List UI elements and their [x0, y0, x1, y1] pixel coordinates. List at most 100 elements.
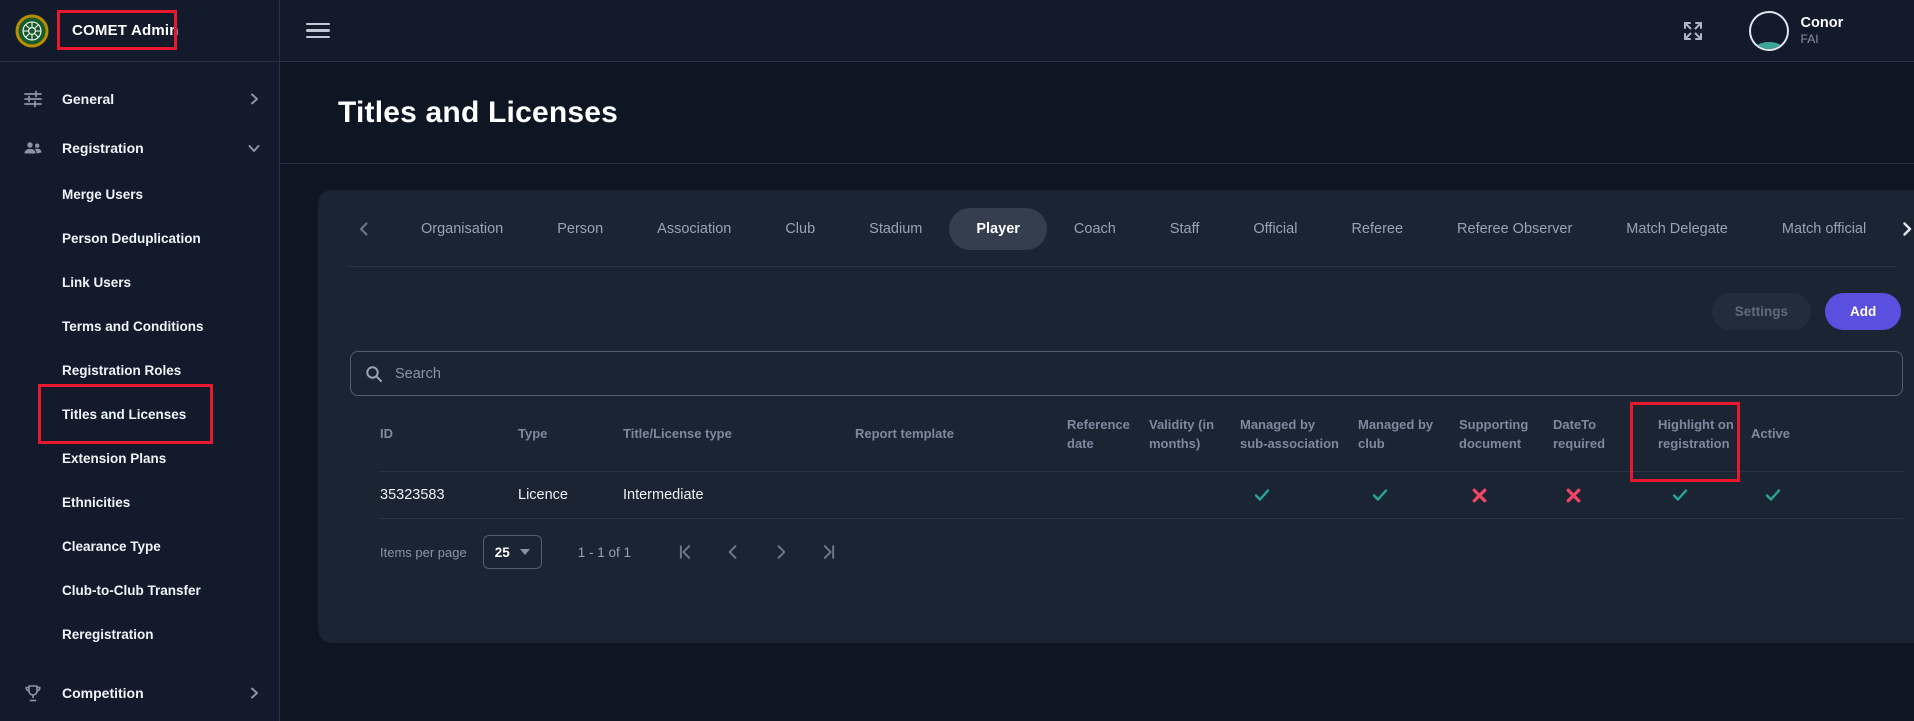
page-title: Titles and Licenses: [338, 96, 618, 130]
sidebar-item-club-to-club-transfer[interactable]: Club-to-Club Transfer: [0, 568, 279, 612]
column-header-title-license-type: Title/License type: [623, 425, 855, 444]
titles-licenses-table: ID Type Title/License type Report templa…: [380, 396, 1903, 519]
pagination: Items per page 25 1 - 1 of 1: [380, 535, 1903, 569]
sidebar-item-link-users[interactable]: Link Users: [0, 260, 279, 304]
sidebar-item-label: General: [62, 91, 114, 107]
sidebar-item-label: Clearance Type: [62, 539, 161, 554]
tab-association[interactable]: Association: [630, 208, 758, 250]
table-row[interactable]: 35323583 Licence Intermediate: [380, 471, 1903, 519]
cross-icon: [1565, 487, 1582, 504]
cross-icon: [1471, 487, 1488, 504]
sidebar-item-registration-roles[interactable]: Registration Roles: [0, 348, 279, 392]
tab-official[interactable]: Official: [1226, 208, 1324, 250]
people-icon: [22, 137, 44, 159]
sidebar-item-person-deduplication[interactable]: Person Deduplication: [0, 216, 279, 260]
cell-supporting-document: [1459, 487, 1553, 504]
next-page-icon[interactable]: [771, 542, 791, 562]
column-header-type: Type: [518, 425, 623, 444]
settings-button[interactable]: Settings: [1712, 293, 1811, 330]
avatar[interactable]: [1749, 11, 1789, 51]
entity-tabbar: Organisation Person Association Club Sta…: [318, 190, 1914, 267]
menu-toggle-button[interactable]: [306, 23, 330, 39]
sidebar-item-ethnicities[interactable]: Ethnicities: [0, 480, 279, 524]
user-name: Conor: [1801, 14, 1844, 32]
app-title: COMET Admin: [72, 22, 179, 39]
select-caret-icon: [520, 549, 530, 555]
sidebar-item-label: Terms and Conditions: [62, 319, 204, 334]
items-per-page-label: Items per page: [380, 545, 467, 560]
tabs-list: Organisation Person Association Club Sta…: [394, 208, 1893, 250]
sidebar-item-titles-and-licenses[interactable]: Titles and Licenses: [0, 392, 279, 436]
cell-dateto-required: [1553, 487, 1658, 504]
sidebar: COMET Admin General: [0, 0, 280, 721]
search-box[interactable]: [350, 351, 1903, 396]
sidebar-item-label: Registration: [62, 140, 144, 156]
page-size-select[interactable]: 25: [483, 535, 542, 569]
table-header-row: ID Type Title/License type Report templa…: [380, 396, 1903, 471]
sidebar-item-terms-and-conditions[interactable]: Terms and Conditions: [0, 304, 279, 348]
sidebar-item-label: Merge Users: [62, 187, 143, 202]
tab-referee[interactable]: Referee: [1324, 208, 1430, 250]
tabs-scroll-left-icon[interactable]: [348, 220, 380, 238]
sidebar-item-label: Club-to-Club Transfer: [62, 583, 201, 598]
sliders-icon: [22, 88, 44, 110]
sidebar-item-label: Competition: [62, 685, 144, 701]
tabs-scroll-right-icon[interactable]: [1893, 220, 1914, 238]
cell-type: Licence: [518, 487, 623, 503]
page-range-label: 1 - 1 of 1: [578, 545, 631, 560]
cell-managed-by-sub-association: [1240, 485, 1358, 505]
titles-licenses-card: Organisation Person Association Club Sta…: [318, 190, 1914, 643]
sidebar-item-label: Reregistration: [62, 627, 154, 642]
user-org: FAI: [1801, 32, 1844, 47]
tab-coach[interactable]: Coach: [1047, 208, 1143, 250]
sidebar-item-competition[interactable]: Competition: [0, 668, 279, 717]
sidebar-item-merge-users[interactable]: Merge Users: [0, 172, 279, 216]
cell-highlight-on-registration: [1658, 485, 1751, 505]
cell-managed-by-club: [1358, 485, 1459, 505]
column-header-dateto-required: DateTo required: [1553, 416, 1658, 454]
sidebar-item-label: Link Users: [62, 275, 131, 290]
search-input[interactable]: [395, 366, 1888, 382]
search-icon: [365, 365, 383, 383]
actions-row: Settings Add: [318, 267, 1914, 330]
comet-logo-icon: [14, 13, 50, 49]
tab-stadium[interactable]: Stadium: [842, 208, 949, 250]
check-icon: [1370, 485, 1390, 505]
cell-id: 35323583: [380, 487, 518, 503]
sidebar-item-extension-plans[interactable]: Extension Plans: [0, 436, 279, 480]
column-header-managed-by-sub-association: Managed by sub-association: [1240, 416, 1358, 454]
sidebar-item-clearance-type[interactable]: Clearance Type: [0, 524, 279, 568]
column-header-active: Active: [1751, 425, 1903, 444]
sidebar-item-reregistration[interactable]: Reregistration: [0, 612, 279, 656]
tab-staff[interactable]: Staff: [1143, 208, 1227, 250]
tab-player[interactable]: Player: [949, 208, 1047, 250]
sidebar-item-general[interactable]: General: [0, 74, 279, 123]
chevron-right-icon: [247, 92, 261, 106]
user-info: Conor FAI: [1801, 14, 1844, 47]
tab-referee-observer[interactable]: Referee Observer: [1430, 208, 1599, 250]
main-area: Conor FAI Titles and Licenses Org: [280, 0, 1914, 721]
fullscreen-icon[interactable]: [1681, 19, 1705, 43]
column-header-label: Highlight on registration: [1658, 417, 1734, 451]
tab-organisation[interactable]: Organisation: [394, 208, 530, 250]
sidebar-item-registration[interactable]: Registration: [0, 123, 279, 172]
column-header-validity-in-months: Validity (in months): [1149, 416, 1240, 454]
cell-title-license-type: Intermediate: [623, 487, 855, 503]
first-page-icon[interactable]: [675, 542, 695, 562]
tab-club[interactable]: Club: [758, 208, 842, 250]
brand-header: COMET Admin: [0, 0, 279, 62]
tab-match-delegate[interactable]: Match Delegate: [1599, 208, 1755, 250]
last-page-icon[interactable]: [819, 542, 839, 562]
page-size-value: 25: [495, 545, 510, 560]
tabbar-divider: [348, 266, 1897, 267]
previous-page-icon[interactable]: [723, 542, 743, 562]
add-button[interactable]: Add: [1825, 293, 1901, 330]
topbar: Conor FAI: [280, 0, 1914, 62]
sidebar-item-label: Titles and Licenses: [62, 407, 186, 422]
tab-match-official[interactable]: Match official: [1755, 208, 1893, 250]
page-header: Titles and Licenses: [280, 62, 1914, 164]
check-icon: [1670, 485, 1690, 505]
tab-person[interactable]: Person: [530, 208, 630, 250]
search-row: [318, 330, 1914, 396]
sidebar-item-label: Person Deduplication: [62, 231, 201, 246]
